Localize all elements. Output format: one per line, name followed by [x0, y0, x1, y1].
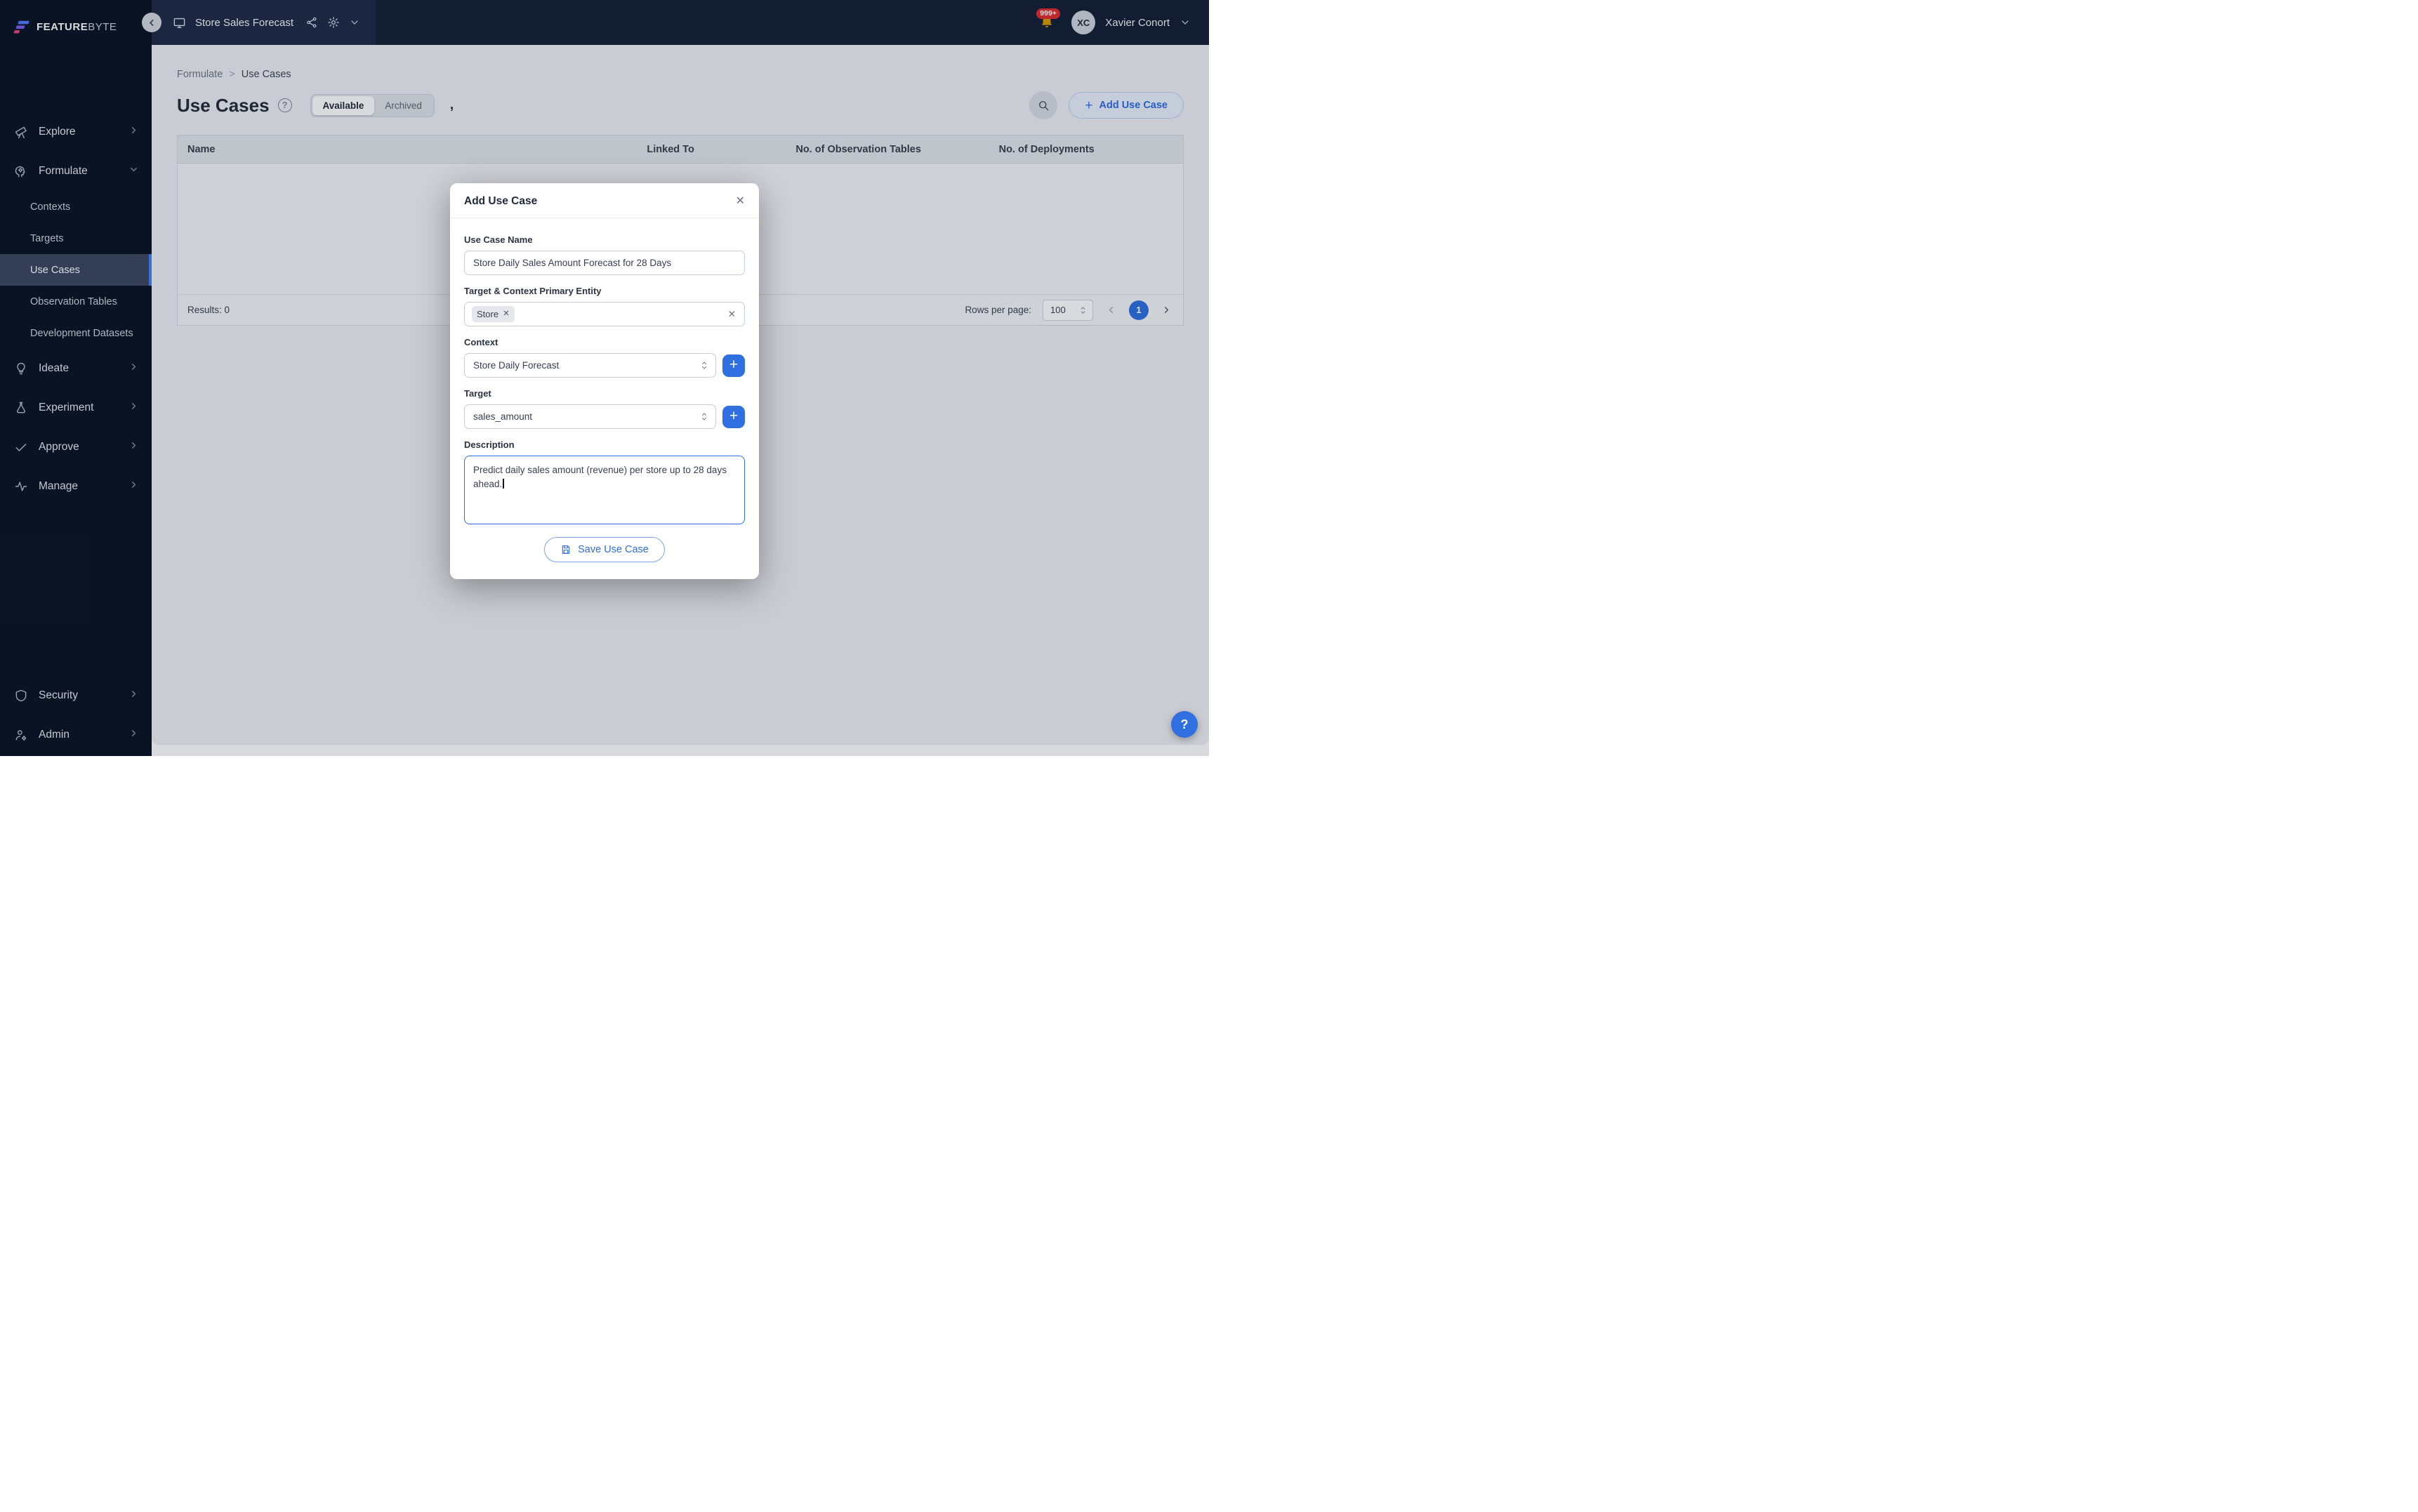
save-use-case-button[interactable]: Save Use Case	[544, 537, 665, 562]
context-label: Context	[464, 337, 745, 347]
context-select[interactable]: Store Daily Forecast	[464, 353, 716, 378]
primary-entity-label: Target & Context Primary Entity	[464, 286, 745, 296]
target-select[interactable]: sales_amount	[464, 404, 716, 429]
target-value: sales_amount	[473, 411, 700, 422]
entity-clear-icon[interactable]: ✕	[727, 307, 737, 321]
context-row: Store Daily Forecast +	[464, 353, 745, 378]
close-icon[interactable]: ✕	[733, 193, 748, 210]
help-fab[interactable]: ?	[1171, 711, 1198, 738]
modal-title: Add Use Case	[464, 195, 537, 207]
modal-header: Add Use Case ✕	[450, 183, 759, 218]
use-case-name-label: Use Case Name	[464, 234, 745, 245]
description-textarea[interactable]: Predict daily sales amount (revenue) per…	[464, 456, 745, 524]
modal-actions: Save Use Case	[464, 534, 745, 564]
add-target-button[interactable]: +	[722, 406, 745, 428]
modal-body: Use Case Name Target & Context Primary E…	[450, 218, 759, 579]
save-use-case-label: Save Use Case	[578, 544, 649, 555]
target-label: Target	[464, 388, 745, 399]
description-label: Description	[464, 439, 745, 450]
add-use-case-modal: Add Use Case ✕ Use Case Name Target & Co…	[450, 183, 759, 579]
select-arrows-icon	[700, 360, 708, 371]
entity-chip: Store ✕	[472, 306, 515, 322]
primary-entity-input[interactable]: Store ✕ ✕	[464, 302, 745, 326]
save-icon	[560, 544, 572, 555]
select-arrows-icon	[700, 411, 708, 422]
target-row: sales_amount +	[464, 404, 745, 429]
entity-chip-label: Store	[477, 309, 498, 319]
use-case-name-input[interactable]	[464, 251, 745, 275]
chip-remove-icon[interactable]: ✕	[503, 310, 510, 319]
description-text: Predict daily sales amount (revenue) per…	[473, 465, 727, 489]
add-context-button[interactable]: +	[722, 354, 745, 377]
text-cursor	[503, 479, 504, 489]
context-value: Store Daily Forecast	[473, 360, 700, 371]
